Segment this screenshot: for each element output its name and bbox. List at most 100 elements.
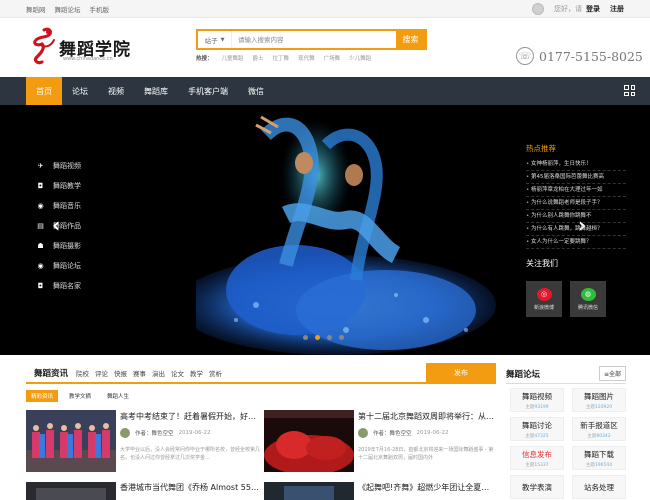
hot-term[interactable]: 广场舞 bbox=[324, 54, 341, 62]
nav-item-home[interactable]: 首页 bbox=[26, 77, 62, 105]
hero-menu-label: 舞蹈摄影 bbox=[53, 241, 81, 250]
news-card[interactable]: 第十二届北京舞蹈双周即将举行：从… 作者：舞色空空 2019-06-22 201… bbox=[264, 410, 494, 478]
hero-menu-item[interactable]: ◘ 舞蹈名家 bbox=[36, 280, 81, 292]
hot-term[interactable]: 少儿舞蹈 bbox=[349, 54, 371, 62]
news-card-title[interactable]: 香港城市当代舞团《乔杨 Almost 55… bbox=[120, 482, 260, 493]
tab-teaching-digest[interactable]: 教学文摘 bbox=[64, 390, 96, 402]
register-link[interactable]: 注册 bbox=[610, 4, 624, 14]
hot-recommend-item[interactable]: 第45届洛桑国际芭蕾舞比赛高 bbox=[526, 171, 626, 184]
site-logo[interactable]: 舞蹈学院 www.chinadance.cn bbox=[26, 26, 141, 68]
search-button[interactable]: 搜索 bbox=[396, 31, 425, 48]
news-card-author: 作者：舞色空空 bbox=[373, 431, 412, 437]
tab-featured-news[interactable]: 精彩资讯 bbox=[26, 390, 59, 402]
wechat-button[interactable]: ◍ 腾讯微信 bbox=[570, 281, 606, 317]
logo-url: www.chinadance.cn bbox=[63, 56, 113, 62]
top-link-mobile[interactable]: 手机版 bbox=[90, 4, 110, 14]
forum-all-button[interactable]: ≡全部 bbox=[598, 366, 626, 381]
login-link[interactable]: 登录 bbox=[586, 4, 600, 14]
news-category[interactable]: 院校 bbox=[76, 368, 89, 378]
post-button[interactable]: 发布 bbox=[426, 363, 496, 383]
author-avatar bbox=[358, 428, 368, 438]
slide-dot[interactable] bbox=[339, 335, 344, 340]
users-icon: ☗ bbox=[37, 241, 44, 250]
globe-icon: ◉ bbox=[37, 201, 44, 210]
social-links: ◎ 新浪微博 ◍ 腾讯微信 bbox=[526, 281, 606, 317]
nav-item-forum[interactable]: 论坛 bbox=[62, 77, 98, 105]
slide-dot-active[interactable] bbox=[315, 335, 320, 340]
news-card-title[interactable]: 第十二届北京舞蹈双周即将举行：从… bbox=[358, 411, 498, 422]
top-links: 舞蹈网 舞蹈论坛 手机版 bbox=[26, 4, 109, 14]
tab-dance-life[interactable]: 舞蹈人生 bbox=[102, 390, 134, 402]
nav-item-mobile-client[interactable]: 手机客户端 bbox=[178, 77, 238, 105]
hero-menu-item[interactable]: ☗ 舞蹈摄影 bbox=[36, 240, 81, 252]
search-input[interactable] bbox=[232, 31, 396, 48]
hot-term[interactable]: 儿童舞蹈 bbox=[222, 54, 244, 62]
forum-board[interactable]: 舞蹈图片主题120920 bbox=[572, 388, 626, 412]
grid-menu-icon[interactable] bbox=[624, 85, 635, 96]
news-thumbnail bbox=[26, 482, 116, 500]
slide-dot[interactable] bbox=[303, 335, 308, 340]
news-category[interactable]: 论文 bbox=[171, 368, 184, 378]
hero-menu-item[interactable]: ◉ 舞蹈音乐 bbox=[36, 200, 81, 212]
hot-term[interactable]: 现代舞 bbox=[298, 54, 315, 62]
avatar[interactable] bbox=[532, 2, 544, 15]
forum-header: 舞蹈论坛 ≡全部 bbox=[506, 364, 626, 384]
forum-grid: 舞蹈视频 主题93199 舞蹈图片主题120920 舞蹈讨论 主题47325 新手报… bbox=[510, 388, 626, 499]
hot-term[interactable]: 爵士 bbox=[253, 54, 264, 62]
camera-icon: ◘ bbox=[37, 181, 44, 190]
news-header: 舞蹈资讯 院校 评论 快报 赛事 演出 论文 教学 赏析 发布 bbox=[26, 363, 496, 384]
news-category[interactable]: 演出 bbox=[152, 368, 165, 378]
hot-term[interactable]: 拉丁舞 bbox=[273, 54, 290, 62]
dancer-logo-icon bbox=[33, 27, 55, 65]
news-card[interactable]: 香港城市当代舞团《乔杨 Almost 55… bbox=[26, 482, 259, 500]
news-category[interactable]: 评论 bbox=[95, 368, 108, 378]
nav-item-video[interactable]: 视频 bbox=[98, 77, 134, 105]
hot-recommend-item[interactable]: 杨丽萍章龙柏在大理过年一如 bbox=[526, 184, 626, 197]
forum-board[interactable]: 教学表演 bbox=[510, 475, 564, 499]
hero-menu-label: 舞蹈教学 bbox=[53, 181, 81, 190]
news-card-desc: 大学毕业以后，没人会经常问你毕业于哪所名校，曾经全校第几名。也没人问过你曾经拿过… bbox=[120, 447, 261, 461]
news-category[interactable]: 快报 bbox=[114, 368, 127, 378]
hot-recommend-item[interactable]: 为什么说舞蹈老师是段子手？ bbox=[526, 197, 626, 210]
slide-dot[interactable] bbox=[327, 335, 332, 340]
wechat-label: 腾讯微信 bbox=[577, 304, 598, 311]
weibo-button[interactable]: ◎ 新浪微博 bbox=[526, 281, 562, 317]
news-card[interactable]: 高考中考结束了！赶着暑假开始，好… 作者：舞色空空 2019-06-22 大学毕… bbox=[26, 410, 260, 478]
news-category[interactable]: 赛事 bbox=[133, 368, 146, 378]
hot-recommend-item[interactable]: 女神杨丽萍，生日快乐！ bbox=[526, 158, 626, 171]
hot-recommend-item[interactable]: 为什么别人跳舞你跳舞不 bbox=[526, 210, 626, 223]
forum-board[interactable]: 新手报道区主题80342 bbox=[572, 417, 626, 441]
news-card[interactable]: 《起舞吧!齐舞》超燃少年团让全夏… bbox=[264, 482, 494, 500]
forum-board-name: 新手报道区 bbox=[580, 420, 618, 430]
forum-board[interactable]: 舞蹈下载 主题196544 bbox=[572, 446, 626, 470]
news-card-title[interactable]: 高考中考结束了！赶着暑假开始，好… bbox=[120, 411, 260, 422]
prev-slide-chevron-left-icon[interactable]: ‹ bbox=[52, 213, 60, 237]
forum-board-stats: 主题120920 bbox=[585, 404, 613, 410]
forum-board[interactable]: 舞蹈讨论 主题47325 bbox=[510, 417, 564, 441]
top-link-site[interactable]: 舞蹈网 bbox=[26, 4, 46, 14]
hero-menu-item[interactable]: ◘ 舞蹈教学 bbox=[36, 180, 81, 192]
hot-recommend-item[interactable]: 为什么有人跳舞，跳舞越桓？ bbox=[526, 223, 626, 236]
header: 舞蹈学院 www.chinadance.cn 站子 ▼ 搜索 热搜： 儿童舞蹈 … bbox=[0, 18, 650, 76]
hero-menu-item[interactable]: ◉ 舞蹈论坛 bbox=[36, 260, 81, 272]
nav-item-library[interactable]: 舞蹈库 bbox=[134, 77, 178, 105]
globe-icon: ◉ bbox=[37, 261, 44, 270]
news-card-title[interactable]: 《起舞吧!齐舞》超燃少年团让全夏… bbox=[358, 482, 498, 493]
nav-item-wechat[interactable]: 微信 bbox=[238, 77, 274, 105]
forum-board[interactable]: 信息发布 主题15337 bbox=[510, 446, 564, 470]
search-box: 站子 ▼ 搜索 bbox=[196, 29, 427, 50]
forum-board[interactable]: 舞蹈视频 主题93199 bbox=[510, 388, 564, 412]
forum-board[interactable]: 站务处理 bbox=[572, 475, 626, 499]
search-type-select[interactable]: 站子 ▼ bbox=[198, 31, 232, 48]
news-card-meta: 作者：舞色空空 2019-06-22 bbox=[120, 428, 210, 438]
hero-menu-item[interactable]: ✈ 舞蹈视频 bbox=[36, 160, 81, 172]
phone-icon: ☏ bbox=[516, 47, 534, 65]
news-category[interactable]: 赏析 bbox=[209, 368, 222, 378]
forum-board-stats: 主题80342 bbox=[587, 433, 611, 439]
news-category[interactable]: 教学 bbox=[190, 368, 203, 378]
top-link-forum[interactable]: 舞蹈论坛 bbox=[55, 4, 81, 14]
phone-contact: ☏ 0177-5155-8025 bbox=[516, 47, 643, 65]
forum-board-stats: 主题196544 bbox=[585, 462, 613, 468]
hot-recommend-item[interactable]: 女人为什么一定要跳舞？ bbox=[526, 236, 626, 249]
forum-board-name: 舞蹈图片 bbox=[584, 391, 614, 401]
